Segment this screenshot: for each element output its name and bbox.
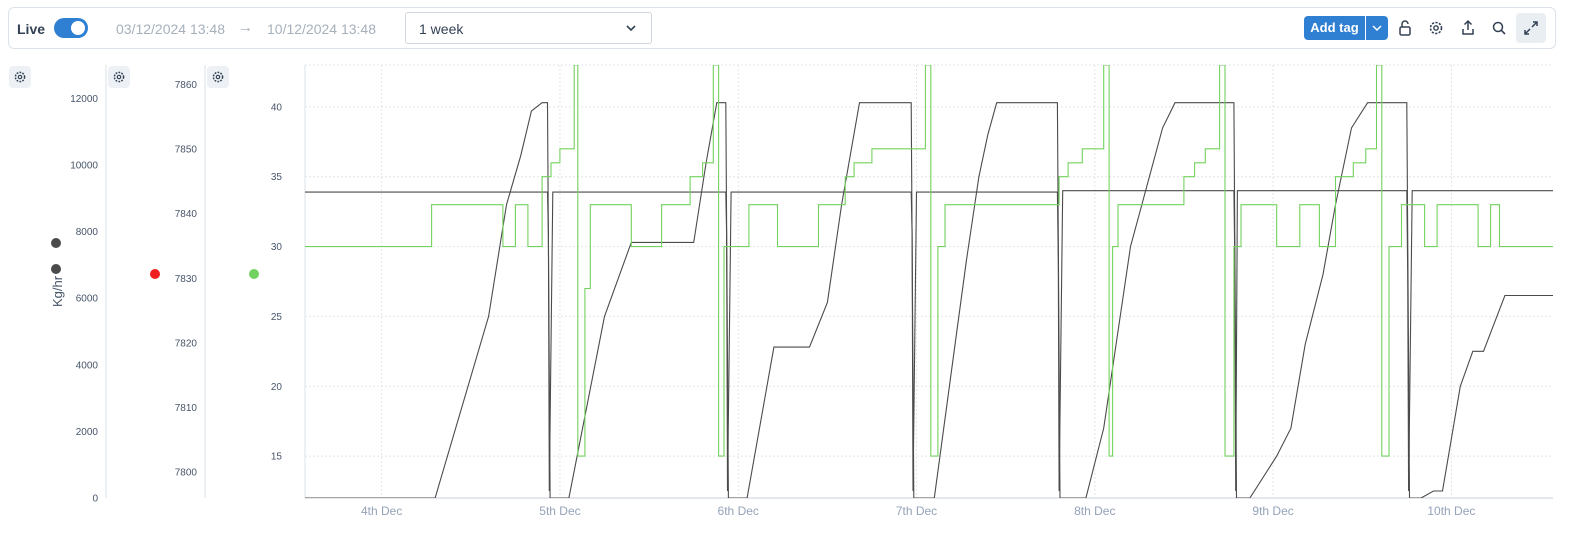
series-marker[interactable]: [51, 264, 61, 274]
x-tick-label: 8th Dec: [1074, 504, 1115, 518]
y-tick-label: 0: [92, 494, 98, 505]
y-tick-label: 7830: [175, 274, 198, 285]
y-tick-label: 7850: [175, 145, 198, 156]
arrow-right-icon: →: [238, 19, 253, 36]
x-tick-label: 6th Dec: [718, 504, 759, 518]
chevron-down-icon: [1372, 25, 1382, 32]
y-tick-label: 35: [271, 172, 283, 183]
y-tick-label: 25: [271, 312, 283, 323]
start-date[interactable]: 03/12/2024 13:48: [116, 21, 225, 37]
x-tick-label: 10th Dec: [1427, 504, 1475, 518]
series-marker[interactable]: [150, 269, 160, 279]
y-tick-label: 15: [271, 452, 283, 463]
x-tick-label: 5th Dec: [539, 504, 580, 518]
y-tick-label: 7820: [175, 338, 198, 349]
x-tick-label: 7th Dec: [896, 504, 937, 518]
range-select-value: 1 week: [419, 21, 464, 37]
expand-button[interactable]: [1516, 13, 1546, 43]
x-tick-label: 9th Dec: [1252, 504, 1293, 518]
y-tick-label: 4000: [76, 360, 99, 371]
add-tag-button[interactable]: Add tag: [1304, 16, 1365, 40]
live-label: Live: [17, 21, 46, 37]
y-tick-label: 2000: [76, 427, 99, 438]
series-marker[interactable]: [249, 269, 259, 279]
unlock-icon[interactable]: [1395, 18, 1415, 38]
y-tick-label: 7860: [175, 80, 198, 91]
y-tick-label: 6000: [76, 294, 99, 305]
series-line-3[interactable]: [305, 65, 1553, 457]
y-axis-label: Kg/hr: [50, 275, 65, 307]
range-select[interactable]: 1 week: [405, 12, 652, 44]
chevron-down-icon: [626, 25, 636, 32]
x-tick-label: 4th Dec: [361, 504, 402, 518]
y-tick-label: 7840: [175, 209, 198, 220]
toolbar: Live 03/12/2024 13:48 → 10/12/2024 13:48…: [8, 7, 1556, 49]
y-tick-label: 7800: [175, 468, 198, 479]
series-marker[interactable]: [51, 238, 61, 248]
y-tick-label: 10000: [70, 160, 98, 171]
expand-icon: [1524, 21, 1538, 35]
y-tick-label: 40: [271, 102, 283, 113]
end-date[interactable]: 10/12/2024 13:48: [267, 21, 376, 37]
y-tick-label: 8000: [76, 227, 99, 238]
live-toggle[interactable]: [54, 18, 88, 38]
trend-chart[interactable]: 0 2000 4000 6000 8000 10000 12000 Kg/hr 7800 7810…: [0, 55, 1582, 533]
y-tick-label: 7810: [175, 403, 198, 414]
gear-icon[interactable]: [1426, 18, 1446, 38]
y-tick-label: 20: [271, 382, 283, 393]
y-tick-label: 30: [271, 242, 283, 253]
y-tick-label: 12000: [70, 94, 98, 105]
share-icon[interactable]: [1458, 18, 1478, 38]
toggle-knob: [71, 21, 85, 35]
add-tag-dropdown-button[interactable]: [1366, 16, 1388, 40]
search-icon[interactable]: [1489, 18, 1509, 38]
series-line-1[interactable]: [305, 190, 1553, 492]
